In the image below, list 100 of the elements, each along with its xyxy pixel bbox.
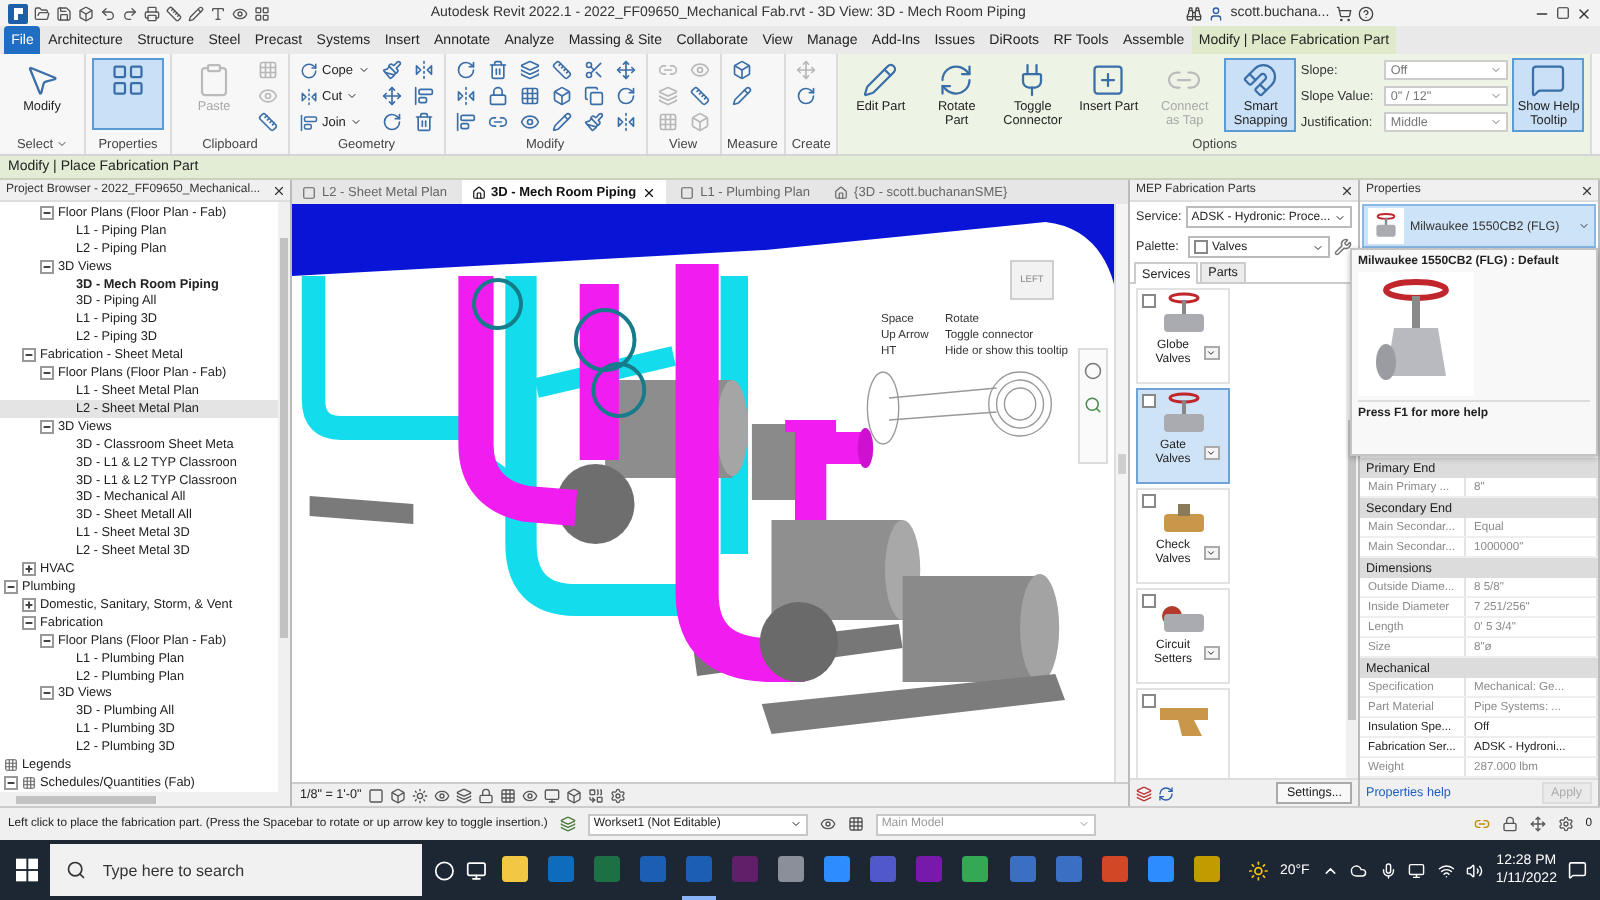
- visibility-icon[interactable]: [819, 816, 836, 832]
- eye-icon[interactable]: [232, 5, 248, 21]
- scrollbar[interactable]: [278, 202, 290, 792]
- user-icon[interactable]: [1208, 5, 1225, 21]
- collapse-icon[interactable]: [4, 775, 18, 790]
- app-app-icon[interactable]: [640, 855, 667, 881]
- grid-icon[interactable]: [847, 816, 864, 832]
- checkbox[interactable]: [1142, 294, 1156, 308]
- settings-icon[interactable]: [1557, 816, 1574, 832]
- mail-app-icon[interactable]: [548, 855, 575, 881]
- circle-icon[interactable]: [433, 859, 454, 881]
- display-icon[interactable]: [1408, 861, 1426, 879]
- tool-button[interactable]: [547, 58, 576, 82]
- print-icon[interactable]: [144, 5, 160, 21]
- view-control-icon[interactable]: [389, 787, 406, 803]
- restore-icon[interactable]: [1555, 6, 1570, 20]
- task-view-icon[interactable]: [465, 859, 487, 881]
- save-icon[interactable]: [56, 5, 72, 21]
- view-control-icon[interactable]: [455, 787, 472, 803]
- part-tile[interactable]: [1136, 688, 1230, 778]
- checkbox[interactable]: [1194, 240, 1208, 254]
- video-app-icon[interactable]: [1147, 855, 1174, 881]
- checkbox[interactable]: [1142, 594, 1156, 608]
- collapse-icon[interactable]: [40, 633, 54, 648]
- help-icon[interactable]: [1357, 5, 1374, 21]
- view-control-icon[interactable]: [609, 787, 626, 803]
- chat-app-icon[interactable]: [870, 855, 897, 881]
- cart-icon[interactable]: [1335, 5, 1352, 21]
- ruler-icon[interactable]: [166, 5, 182, 21]
- app-app-icon[interactable]: [778, 855, 805, 881]
- app-logo-icon[interactable]: [8, 3, 28, 23]
- tool-button[interactable]: [254, 110, 282, 134]
- close-icon[interactable]: [1575, 5, 1592, 21]
- folder-app-icon[interactable]: [502, 855, 529, 881]
- collapse-icon[interactable]: [40, 205, 54, 220]
- tool-button[interactable]: [515, 110, 544, 134]
- refresh-icon[interactable]: [1158, 785, 1174, 801]
- checkbox[interactable]: [1142, 394, 1156, 408]
- cube-icon[interactable]: [78, 5, 94, 21]
- start-button-icon[interactable]: [16, 858, 39, 882]
- expand-icon[interactable]: [22, 562, 36, 577]
- checkbox[interactable]: [1142, 494, 1156, 508]
- collapse-icon[interactable]: [40, 366, 54, 381]
- collapse-icon[interactable]: [40, 686, 54, 701]
- collapse-icon[interactable]: [22, 348, 36, 363]
- dropdown-button[interactable]: [1203, 546, 1219, 561]
- view-control-icon[interactable]: [433, 787, 450, 803]
- sun-icon[interactable]: [1247, 859, 1268, 881]
- dropdown-button[interactable]: [1203, 646, 1219, 661]
- close-icon[interactable]: [1340, 183, 1354, 197]
- layers-icon[interactable]: [1136, 785, 1152, 801]
- pencil-icon[interactable]: [188, 5, 204, 21]
- steering-wheel-icon[interactable]: [1084, 362, 1102, 380]
- media-app-icon[interactable]: [1193, 855, 1220, 881]
- close-icon[interactable]: [642, 185, 657, 199]
- checkbox[interactable]: [1142, 694, 1156, 708]
- binoculars-icon[interactable]: [1186, 5, 1203, 21]
- notifications-icon[interactable]: [1568, 860, 1588, 880]
- app-app-icon[interactable]: [1055, 855, 1082, 881]
- ribbon-button[interactable]: [92, 58, 164, 130]
- collapse-icon[interactable]: [40, 259, 54, 274]
- tool-button[interactable]: [685, 84, 714, 108]
- panel-grid-icon[interactable]: [254, 5, 270, 21]
- undo-icon[interactable]: [100, 5, 116, 21]
- wifi-icon[interactable]: [1437, 861, 1455, 879]
- app-app-icon[interactable]: [1009, 855, 1035, 881]
- collapse-icon[interactable]: [40, 419, 54, 434]
- folder-icon[interactable]: [34, 5, 50, 21]
- link-icon[interactable]: [1473, 816, 1490, 832]
- sheet-app-icon[interactable]: [594, 855, 621, 881]
- tool-button[interactable]: [377, 58, 406, 82]
- tool-button[interactable]: [579, 110, 608, 134]
- slides-app-icon[interactable]: [1101, 855, 1128, 881]
- collapse-icon[interactable]: [22, 615, 36, 630]
- cloud-icon[interactable]: [1350, 861, 1368, 879]
- view-control-icon[interactable]: [367, 787, 384, 803]
- tool-button[interactable]: [515, 58, 544, 82]
- redo-icon[interactable]: [122, 5, 138, 21]
- scrollbar[interactable]: [1114, 204, 1128, 782]
- scrollbar[interactable]: [0, 792, 290, 806]
- move-icon[interactable]: [1529, 816, 1546, 832]
- volume-icon[interactable]: [1466, 861, 1484, 879]
- close-icon[interactable]: [1580, 183, 1594, 197]
- tool-button[interactable]: [547, 110, 576, 134]
- taskbar-search-field[interactable]: Type here to search: [50, 844, 422, 896]
- microphone-icon[interactable]: [1379, 861, 1397, 879]
- tool-button[interactable]: [377, 84, 406, 108]
- tool-button[interactable]: [727, 84, 756, 108]
- app-app-icon[interactable]: [686, 855, 713, 881]
- tool-button[interactable]: [451, 110, 480, 134]
- expand-icon[interactable]: [22, 597, 36, 612]
- close-icon[interactable]: [272, 183, 286, 197]
- video-app-icon[interactable]: [824, 855, 851, 881]
- text-icon[interactable]: [210, 5, 226, 21]
- view-control-icon[interactable]: [499, 787, 516, 803]
- zoom-icon[interactable]: [1084, 396, 1102, 414]
- view-control-icon[interactable]: [543, 787, 560, 803]
- tool-button[interactable]: [611, 58, 640, 82]
- view-control-icon[interactable]: [521, 787, 538, 803]
- view-control-icon[interactable]: [565, 787, 582, 803]
